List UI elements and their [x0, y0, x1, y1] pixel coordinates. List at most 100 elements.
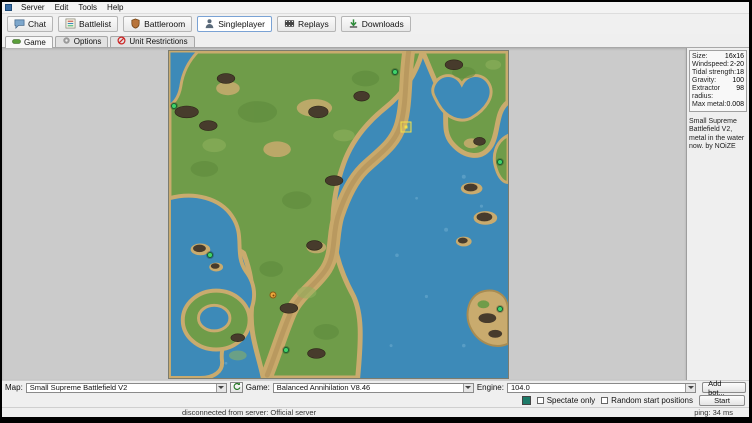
map-marker-start-green[interactable] — [171, 103, 177, 109]
menu-edit[interactable]: Edit — [50, 3, 74, 12]
tab-label: Chat — [28, 19, 46, 29]
ping-status: ping: 34 ms — [694, 408, 733, 417]
tab-singleplayer[interactable]: Singleplayer — [197, 16, 272, 32]
map-marker-start-green[interactable] — [392, 69, 398, 75]
tab-label: Replays — [298, 19, 329, 29]
tab-battleroom[interactable]: Battleroom — [123, 16, 192, 32]
info-value: 16x16 — [725, 53, 744, 61]
status-bar: disconnected from server: Official serve… — [2, 407, 749, 417]
info-label: Extractor radius: — [692, 85, 736, 101]
main-tab-bar: Chat Battlelist Battleroom Singleplayer … — [2, 14, 749, 34]
tab-replays[interactable]: Replays — [277, 16, 336, 32]
map-marker-start-green[interactable] — [497, 306, 503, 312]
map-preview[interactable] — [168, 50, 509, 379]
singleplayer-icon — [204, 18, 215, 29]
menu-tools[interactable]: Tools — [73, 3, 102, 12]
start-options-row: Spectate only Random start positions Sta… — [2, 394, 749, 407]
replays-icon — [284, 18, 295, 29]
add-bot-label: Add bot... — [708, 379, 740, 397]
tab-label: Unit Restrictions — [129, 37, 187, 46]
engine-label: Engine: — [477, 383, 504, 392]
tab-label: Singleplayer — [218, 19, 265, 29]
map-info-panel: Size: 16x16 Windspeed: 2-20 Tidal streng… — [687, 48, 749, 380]
map-select-value: Small Supreme Battlefield V2 — [27, 383, 216, 392]
app-icon — [5, 4, 12, 11]
chevron-down-icon[interactable] — [463, 384, 473, 392]
map-marker-start-green[interactable] — [207, 252, 213, 258]
info-label: Windspeed: — [692, 61, 729, 69]
info-row-gravity: Gravity: 100 — [692, 77, 744, 85]
checkbox-box[interactable] — [537, 397, 544, 404]
info-label: Max metal: — [692, 101, 726, 109]
map-marker-start-green[interactable] — [283, 347, 289, 353]
map-start-markers — [169, 51, 508, 378]
sub-tab-bar: Game Options Unit Restrictions — [2, 34, 749, 48]
refresh-maps-button[interactable] — [230, 382, 243, 393]
restrictions-icon — [117, 36, 126, 47]
map-zone — [2, 48, 687, 380]
random-start-checkbox[interactable]: Random start positions — [601, 396, 693, 405]
engine-select[interactable]: 104.0 — [507, 383, 696, 393]
map-marker-start-selected[interactable] — [401, 121, 412, 132]
spectate-only-checkbox[interactable]: Spectate only — [537, 396, 595, 405]
battlelist-icon — [65, 18, 76, 29]
tab-downloads[interactable]: Downloads — [341, 16, 411, 32]
info-row-size: Size: 16x16 — [692, 53, 744, 61]
info-value: 98 — [736, 85, 744, 101]
game-label: Game: — [246, 383, 270, 392]
info-row-windspeed: Windspeed: 2-20 — [692, 61, 744, 69]
menu-help[interactable]: Help — [102, 3, 128, 12]
bottom-control-bar: Map: Small Supreme Battlefield V2 Game: … — [2, 380, 749, 407]
tab-unit-restrictions[interactable]: Unit Restrictions — [110, 36, 194, 47]
battleroom-icon — [130, 18, 141, 29]
engine-select-value: 104.0 — [508, 383, 685, 392]
start-label: Start — [714, 396, 730, 405]
downloads-icon — [348, 18, 359, 29]
connection-status: disconnected from server: Official serve… — [182, 408, 316, 417]
info-value: 100 — [732, 77, 744, 85]
map-info-box: Size: 16x16 Windspeed: 2-20 Tidal streng… — [689, 50, 747, 112]
info-label: Tidal strength: — [692, 69, 736, 77]
chat-icon — [14, 18, 25, 29]
tab-label: Battleroom — [144, 19, 185, 29]
chevron-down-icon[interactable] — [216, 384, 226, 392]
selector-row: Map: Small Supreme Battlefield V2 Game: … — [2, 381, 749, 394]
game-icon — [12, 37, 21, 48]
team-color-button[interactable] — [522, 396, 531, 405]
spectate-only-label: Spectate only — [547, 396, 595, 405]
game-select[interactable]: Balanced Annihilation V8.46 — [273, 383, 474, 393]
tab-game[interactable]: Game — [5, 36, 53, 48]
menu-server[interactable]: Server — [16, 3, 50, 12]
lobby-window: Server Edit Tools Help Chat Battlelist B… — [2, 2, 749, 417]
map-label: Map: — [5, 383, 23, 392]
info-value: 2-20 — [730, 61, 744, 69]
start-button[interactable]: Start — [699, 395, 745, 406]
menu-bar: Server Edit Tools Help — [2, 2, 749, 14]
map-description: Small Supreme Battlefield V2, metal in t… — [689, 118, 747, 152]
tab-options[interactable]: Options — [55, 36, 109, 47]
tab-label: Battlelist — [79, 19, 111, 29]
game-select-value: Balanced Annihilation V8.46 — [274, 383, 463, 392]
tab-battlelist[interactable]: Battlelist — [58, 16, 118, 32]
info-value: 0.008 — [726, 101, 744, 109]
tab-label: Game — [24, 38, 46, 47]
random-start-label: Random start positions — [611, 396, 693, 405]
map-marker-start-green[interactable] — [497, 159, 503, 165]
info-row-tidal: Tidal strength: 18 — [692, 69, 744, 77]
add-bot-button[interactable]: Add bot... — [702, 382, 746, 393]
info-row-maxmetal: Max metal: 0.008 — [692, 101, 744, 109]
map-select[interactable]: Small Supreme Battlefield V2 — [26, 383, 227, 393]
chevron-down-icon[interactable] — [685, 384, 695, 392]
map-marker-start-orange[interactable] — [270, 292, 277, 299]
tab-label: Options — [74, 37, 102, 46]
info-value: 18 — [736, 69, 744, 77]
info-label: Gravity: — [692, 77, 716, 85]
options-icon — [62, 36, 71, 47]
refresh-icon — [232, 382, 241, 393]
info-row-extractor: Extractor radius: 98 — [692, 85, 744, 101]
info-label: Size: — [692, 53, 708, 61]
tab-chat[interactable]: Chat — [7, 16, 53, 32]
checkbox-box[interactable] — [601, 397, 608, 404]
content-area: Size: 16x16 Windspeed: 2-20 Tidal streng… — [2, 48, 749, 380]
tab-label: Downloads — [362, 19, 404, 29]
